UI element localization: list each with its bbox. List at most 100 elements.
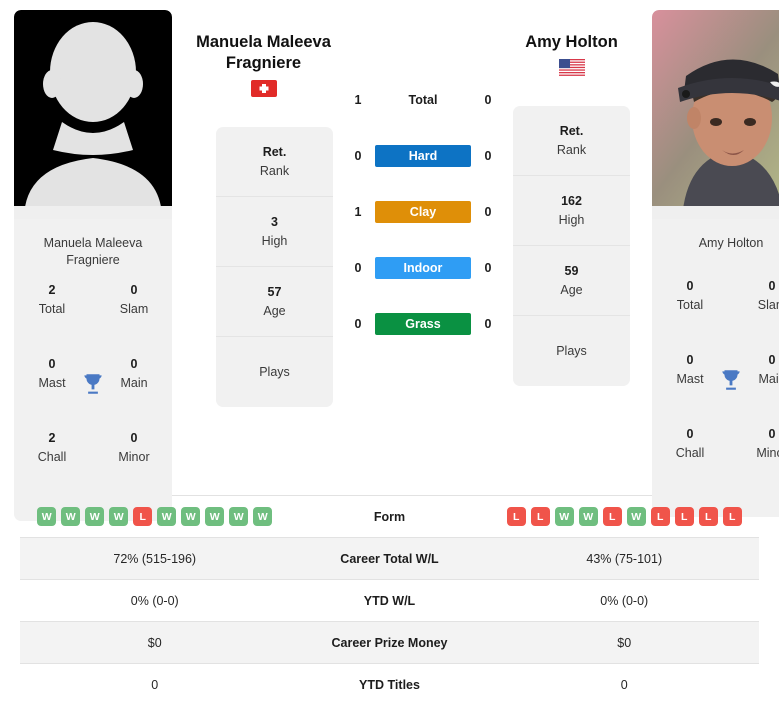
value: Ret. bbox=[262, 145, 287, 159]
value: 0 bbox=[48, 357, 56, 371]
player-card-right[interactable]: Amy Holton 0 Total 0 Slam 0 Mast 0 bbox=[652, 10, 779, 517]
player-card-left[interactable]: Manuela Maleeva Fragniere 2 Total 0 Slam… bbox=[14, 10, 172, 521]
stats-row-ytd_wl: 0% (0-0) YTD W/L 0% (0-0) bbox=[20, 580, 759, 621]
player-comparison-header: Manuela Maleeva Fragniere 2 Total 0 Slam… bbox=[0, 0, 779, 521]
surface-right-value: 0 bbox=[484, 205, 492, 219]
titles-mast-left: 0 Mast bbox=[26, 353, 78, 427]
surface-left-value: 0 bbox=[354, 149, 362, 163]
stat-label: YTD Titles bbox=[359, 677, 420, 692]
value: Ret. bbox=[559, 124, 584, 138]
player-name-right: Amy Holton bbox=[525, 33, 618, 51]
form-badge[interactable]: W bbox=[181, 507, 201, 526]
value: 3 bbox=[271, 215, 278, 229]
form-badge[interactable]: L bbox=[530, 507, 550, 526]
rank-segment-left: Ret. Rank bbox=[216, 127, 333, 197]
stat-label: YTD W/L bbox=[363, 593, 416, 608]
comparison-stats-table: W W W W L W W W W W Form L L W W L W L L L L 72% (515-196) Car… bbox=[0, 495, 779, 705]
value: 0 bbox=[768, 427, 776, 441]
form-badge[interactable]: W bbox=[205, 507, 225, 526]
titles-main-left: 0 Main bbox=[108, 353, 160, 427]
label: Slam bbox=[119, 302, 149, 316]
titles-row: 0 Total 0 Slam bbox=[652, 275, 779, 349]
label: High bbox=[261, 234, 288, 248]
label: Minor bbox=[756, 446, 779, 460]
titles-grid-left: 2 Total 0 Slam 0 Mast 0 Main 2 Chall 0 M… bbox=[14, 275, 172, 521]
stat-prize_money-left: $0 bbox=[147, 635, 162, 650]
player-name-left-card: Manuela Maleeva Fragniere bbox=[43, 236, 143, 267]
titles-total-left: 2 Total bbox=[26, 279, 78, 353]
form-badge[interactable]: W bbox=[578, 507, 598, 526]
surface-row-clay: 1 Clay 0 bbox=[341, 184, 505, 240]
value: 2 bbox=[48, 431, 56, 445]
player-photo-right bbox=[652, 10, 779, 219]
stat-career_wl-right: 43% (75-101) bbox=[586, 551, 663, 566]
stat-ytd_wl-left: 0% (0-0) bbox=[130, 593, 179, 608]
surface-right-value: 0 bbox=[484, 261, 492, 275]
label: Main bbox=[120, 376, 148, 390]
surface-badge-total: Total bbox=[408, 93, 438, 107]
titles-minor-right: 0 Minor bbox=[746, 423, 779, 497]
titles-row: 0 Mast 0 Main bbox=[652, 349, 779, 423]
age-segment-left: 57 Age bbox=[216, 267, 333, 337]
label: High bbox=[558, 213, 585, 227]
player-name-right-card: Amy Holton bbox=[698, 236, 764, 250]
form-badge[interactable]: L bbox=[506, 507, 526, 526]
stat-label: Form bbox=[373, 509, 406, 524]
surface-badge-hard: Hard bbox=[375, 145, 471, 167]
value: 0 bbox=[686, 427, 694, 441]
label: Total bbox=[676, 298, 704, 312]
player-name-left: Manuela Maleeva Fragniere bbox=[196, 33, 331, 72]
surface-row-grass: 0 Grass 0 bbox=[341, 296, 505, 352]
high-segment-right: 162 High bbox=[513, 176, 630, 246]
value: 0 bbox=[686, 279, 694, 293]
value: 162 bbox=[561, 194, 582, 208]
label: Age bbox=[263, 304, 286, 318]
surface-row-hard: 0 Hard 0 bbox=[341, 128, 505, 184]
form-badge[interactable]: W bbox=[253, 507, 273, 526]
high-segment-left: 3 High bbox=[216, 197, 333, 267]
stats-row-career_wl: 72% (515-196) Career Total W/L 43% (75-101… bbox=[20, 538, 759, 579]
surface-row-indoor: 0 Indoor 0 bbox=[341, 240, 505, 296]
stats-row-prize_money: $0 Career Prize Money $0 bbox=[20, 622, 759, 663]
stats-row-ytd_titles: 0 YTD Titles 0 bbox=[20, 664, 759, 705]
stat-ytd_wl-right: 0% (0-0) bbox=[600, 593, 649, 608]
form-badge[interactable]: W bbox=[229, 507, 249, 526]
surface-right-value: 0 bbox=[484, 317, 492, 331]
label: Age bbox=[560, 283, 583, 297]
form-badge[interactable]: W bbox=[554, 507, 574, 526]
surface-badge-indoor: Indoor bbox=[375, 257, 471, 279]
form-badge[interactable]: W bbox=[626, 507, 646, 526]
form-badge[interactable]: L bbox=[602, 507, 622, 526]
value: 59 bbox=[564, 264, 579, 278]
value: 0 bbox=[686, 353, 694, 367]
age-segment-right: 59 Age bbox=[513, 246, 630, 316]
value: 0 bbox=[130, 357, 138, 371]
plays-segment-right: Plays bbox=[513, 316, 630, 386]
titles-slam-right: 0 Slam bbox=[746, 275, 779, 349]
surface-right-value: 0 bbox=[484, 93, 492, 107]
titles-total-right: 0 Total bbox=[664, 275, 716, 349]
value: 0 bbox=[768, 279, 776, 293]
rank-panel-left: Ret. Rank 3 High 57 Age Plays bbox=[216, 127, 333, 407]
trophy-icon bbox=[722, 370, 740, 390]
titles-row: 2 Total 0 Slam bbox=[14, 279, 172, 353]
titles-grid-right: 0 Total 0 Slam 0 Mast 0 Main bbox=[652, 271, 779, 517]
stat-career_wl-left: 72% (515-196) bbox=[113, 551, 197, 566]
stat-ytd_titles-left: 0 bbox=[151, 677, 159, 692]
label: Rank bbox=[259, 164, 290, 178]
label: Minor bbox=[118, 450, 150, 464]
titles-row: 2 Chall 0 Minor bbox=[14, 427, 172, 501]
value: 2 bbox=[48, 283, 56, 297]
value: 0 bbox=[768, 353, 776, 367]
surface-left-value: 0 bbox=[354, 317, 362, 331]
label: Mast bbox=[38, 376, 66, 390]
label: Chall bbox=[37, 450, 67, 464]
surface-badge-grass: Grass bbox=[375, 313, 471, 335]
label: Chall bbox=[675, 446, 705, 460]
plays-segment-left: Plays bbox=[216, 337, 333, 407]
label: Plays bbox=[259, 365, 290, 379]
stat-prize_money-right: $0 bbox=[617, 635, 632, 650]
player-photo-left bbox=[14, 10, 172, 219]
surface-right-value: 0 bbox=[484, 149, 492, 163]
label: Total bbox=[38, 302, 66, 316]
